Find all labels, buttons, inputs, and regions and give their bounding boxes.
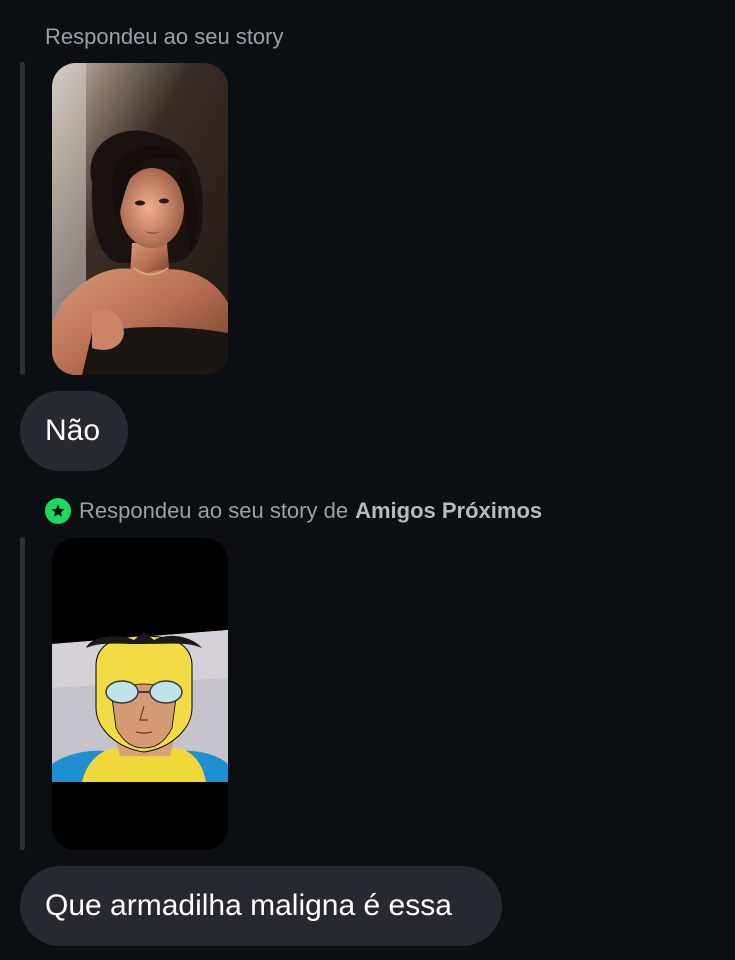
story-reply-text: Respondeu ao seu story [45,24,284,49]
reply-quote-bar [20,62,25,375]
story-thumbnail[interactable] [52,538,228,850]
story-thumbnail[interactable] [52,63,228,375]
message-bubble[interactable]: Não [20,391,128,471]
close-friends-reply-label: Respondeu ao seu story de Amigos Próximo… [45,498,542,524]
close-friends-star-icon [45,498,71,524]
cartoon-hero-image [52,538,228,850]
reply-quote-bar [20,537,25,850]
story-reply-text: Respondeu ao seu story de [79,498,349,523]
story-reply-label: Respondeu ao seu story [45,24,284,50]
message-bubble[interactable]: Que armadilha maligna é essa [20,866,502,946]
portrait-photo-image [52,63,228,375]
close-friends-name: Amigos Próximos [355,498,543,523]
message-text: Que armadilha maligna é essa [45,889,452,922]
message-text: Não [45,414,101,447]
